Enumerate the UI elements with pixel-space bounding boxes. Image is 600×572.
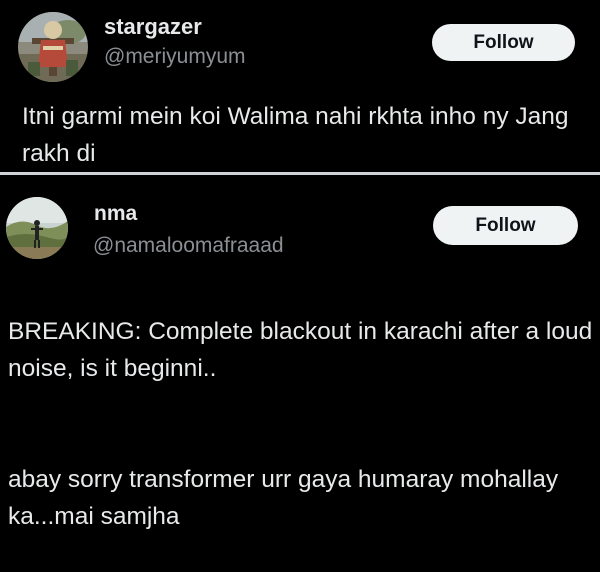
tweet-paragraph: abay sorry transformer urr gaya humaray …	[8, 466, 559, 530]
scarecrow-avatar-icon[interactable]	[18, 12, 88, 82]
user-handle[interactable]: @meriyumyum	[104, 45, 246, 69]
user-handle[interactable]: @namaloomafraaad	[93, 234, 284, 258]
tweet-text: BREAKING: Complete blackout in karachi a…	[8, 276, 598, 572]
tweet-text: Itni garmi mein koi Walima nahi rkhta in…	[22, 103, 569, 167]
avatar-image	[6, 197, 68, 259]
follow-button[interactable]: Follow	[432, 24, 575, 61]
landscape-person-avatar-icon[interactable]	[6, 197, 68, 259]
follow-button[interactable]: Follow	[433, 206, 578, 245]
tweet-card[interactable]: stargazer @meriyumyum Follow Itni garmi …	[0, 0, 600, 172]
display-name[interactable]: nma	[94, 202, 137, 226]
avatar-image	[18, 12, 88, 82]
tweet-card[interactable]: nma @namaloomafraaad Follow BREAKING: Co…	[0, 175, 600, 530]
display-name[interactable]: stargazer	[104, 14, 202, 40]
tweet-paragraph: BREAKING: Complete blackout in karachi a…	[8, 318, 593, 382]
